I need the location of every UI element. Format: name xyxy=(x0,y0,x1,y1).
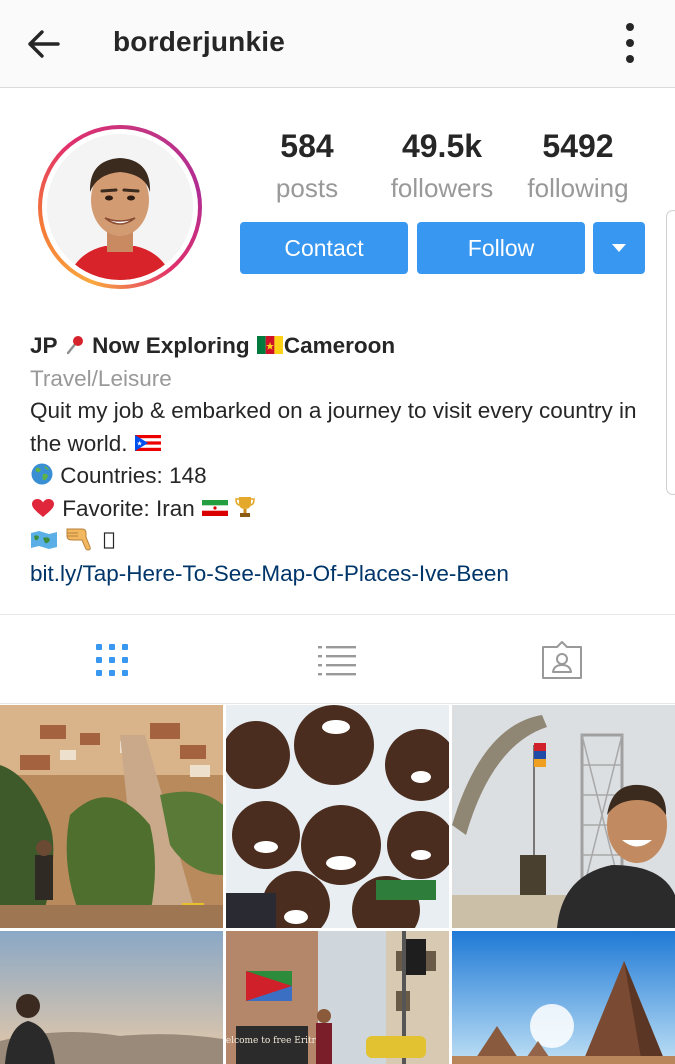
grid-icon xyxy=(96,644,128,676)
profile-username: borderjunkie xyxy=(113,26,285,57)
bio-name-middle: Now Exploring xyxy=(92,333,250,358)
arrow-back-icon xyxy=(28,30,60,58)
tab-list-view[interactable] xyxy=(312,637,362,683)
posts-count: 584 xyxy=(280,128,334,164)
photo-pyramids[interactable] xyxy=(452,931,675,1064)
cameroon-flag-icon xyxy=(256,336,283,354)
photo-street-hill-town[interactable] xyxy=(0,705,223,928)
bio-countries-line: Countries: 148 xyxy=(30,460,660,493)
pushpin-icon xyxy=(66,336,83,355)
more-dot-icon xyxy=(626,39,634,47)
bio-name-suffix: Cameroon xyxy=(283,333,396,358)
photo-sunset-hiker[interactable] xyxy=(0,931,223,1064)
bio-name-prefix: JP xyxy=(30,333,58,358)
bio-favorite: Favorite: Iran xyxy=(62,495,195,521)
caret-down-icon xyxy=(612,244,626,252)
avatar-frame xyxy=(42,129,198,285)
avatar xyxy=(47,134,193,280)
tab-tagged-photos[interactable] xyxy=(537,637,587,683)
suggested-accounts-button[interactable] xyxy=(593,222,645,274)
back-button[interactable] xyxy=(20,22,66,66)
photo-welcome-eritrea[interactable]: Welcome to free Eritrea xyxy=(226,931,449,1064)
heart-icon xyxy=(32,498,54,517)
tagged-person-icon xyxy=(542,641,582,679)
following-label: following xyxy=(527,173,629,203)
follow-button[interactable]: Follow xyxy=(417,222,585,274)
stat-following[interactable]: 5492 following xyxy=(508,128,648,204)
world-map-icon xyxy=(31,531,57,549)
list-icon xyxy=(318,646,356,676)
stat-followers[interactable]: 49.5k followers xyxy=(372,128,512,204)
photo-monument-arch[interactable] xyxy=(452,705,675,928)
iran-flag-icon xyxy=(202,499,229,516)
posts-label: posts xyxy=(275,173,339,203)
photo-pyramids-illustration xyxy=(452,931,675,1064)
photo-eritrea-illustration: Welcome to free Eritrea xyxy=(226,931,449,1064)
photo-sunset-illustration xyxy=(0,931,223,1064)
avatar-portrait-illustration xyxy=(47,134,193,280)
following-count: 5492 xyxy=(542,128,614,164)
profile-bio: JP Now Exploring Cameroon Travel/Leisure… xyxy=(30,330,660,590)
trophy-icon xyxy=(235,496,256,517)
pointing-down-hand-icon xyxy=(66,528,92,551)
bio-external-link[interactable]: bit.ly/Tap-Here-To-See-Map-Of-Places-Ive… xyxy=(30,558,660,591)
bio-description: Quit my job & embarked on a journey to v… xyxy=(30,398,637,456)
unsupported-glyph-icon xyxy=(103,532,114,549)
bio-category: Travel/Leisure xyxy=(30,365,172,391)
bio-emoji-line xyxy=(30,525,660,558)
globe-icon xyxy=(31,463,53,485)
followers-count: 49.5k xyxy=(401,128,483,164)
photo-grid: Welcome to free Eritrea xyxy=(0,705,675,1064)
top-app-bar: borderjunkie xyxy=(0,0,675,88)
photo-children-group[interactable] xyxy=(226,705,449,928)
stat-posts[interactable]: 584 posts xyxy=(237,128,377,204)
more-dot-icon xyxy=(626,23,634,31)
tab-grid-view[interactable] xyxy=(87,637,137,683)
photo-children-illustration xyxy=(226,705,449,928)
photo-street-illustration xyxy=(0,705,223,928)
bio-description-line: Quit my job & embarked on a journey to v… xyxy=(30,395,660,460)
more-options-button[interactable] xyxy=(612,20,648,66)
photo-monument-illustration xyxy=(452,705,675,928)
contact-button[interactable]: Contact xyxy=(240,222,408,274)
story-ring[interactable] xyxy=(38,125,202,289)
scrollbar[interactable] xyxy=(666,210,675,495)
puerto-rico-flag-icon xyxy=(134,434,161,451)
bio-countries: Countries: 148 xyxy=(60,463,207,488)
more-dot-icon xyxy=(626,55,634,63)
profile-view-tabs xyxy=(0,614,675,704)
eritrea-sign-text: Welcome to free Eritrea xyxy=(226,1036,327,1046)
followers-label: followers xyxy=(390,173,494,203)
bio-favorite-line: Favorite: Iran xyxy=(30,493,660,526)
bio-name-line: JP Now Exploring Cameroon xyxy=(30,330,660,363)
